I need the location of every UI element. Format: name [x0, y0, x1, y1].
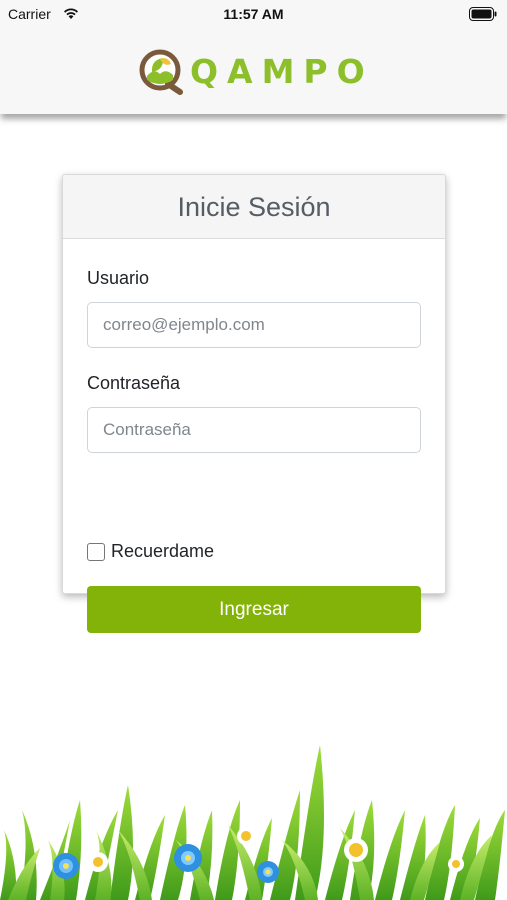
qampo-leaf-icon — [139, 49, 183, 95]
password-label: Contraseña — [87, 373, 181, 393]
password-input[interactable] — [87, 407, 421, 453]
battery-icon — [469, 7, 497, 21]
qampo-logo: QAMPO — [138, 48, 374, 96]
submit-button[interactable]: Ingresar — [87, 586, 421, 633]
grass-flowers-illustration — [0, 745, 505, 900]
status-time: 11:57 AM — [223, 6, 284, 22]
app-header: QAMPO — [0, 28, 507, 114]
remember-me[interactable]: Recuerdame — [87, 541, 214, 562]
remember-label: Recuerdame — [111, 541, 215, 561]
username-input[interactable] — [87, 302, 421, 348]
login-card: Inicie Sesión Usuario Contraseña Recuerd… — [62, 174, 446, 633]
login-title: Inicie Sesión — [177, 192, 331, 222]
remember-checkbox[interactable] — [87, 542, 105, 561]
logo-text: QAMPO — [190, 52, 374, 91]
login-card-header: Inicie Sesión — [63, 175, 445, 239]
status-bar: Carrier 11:57 AM — [0, 0, 507, 28]
username-label: Usuario — [87, 268, 150, 288]
